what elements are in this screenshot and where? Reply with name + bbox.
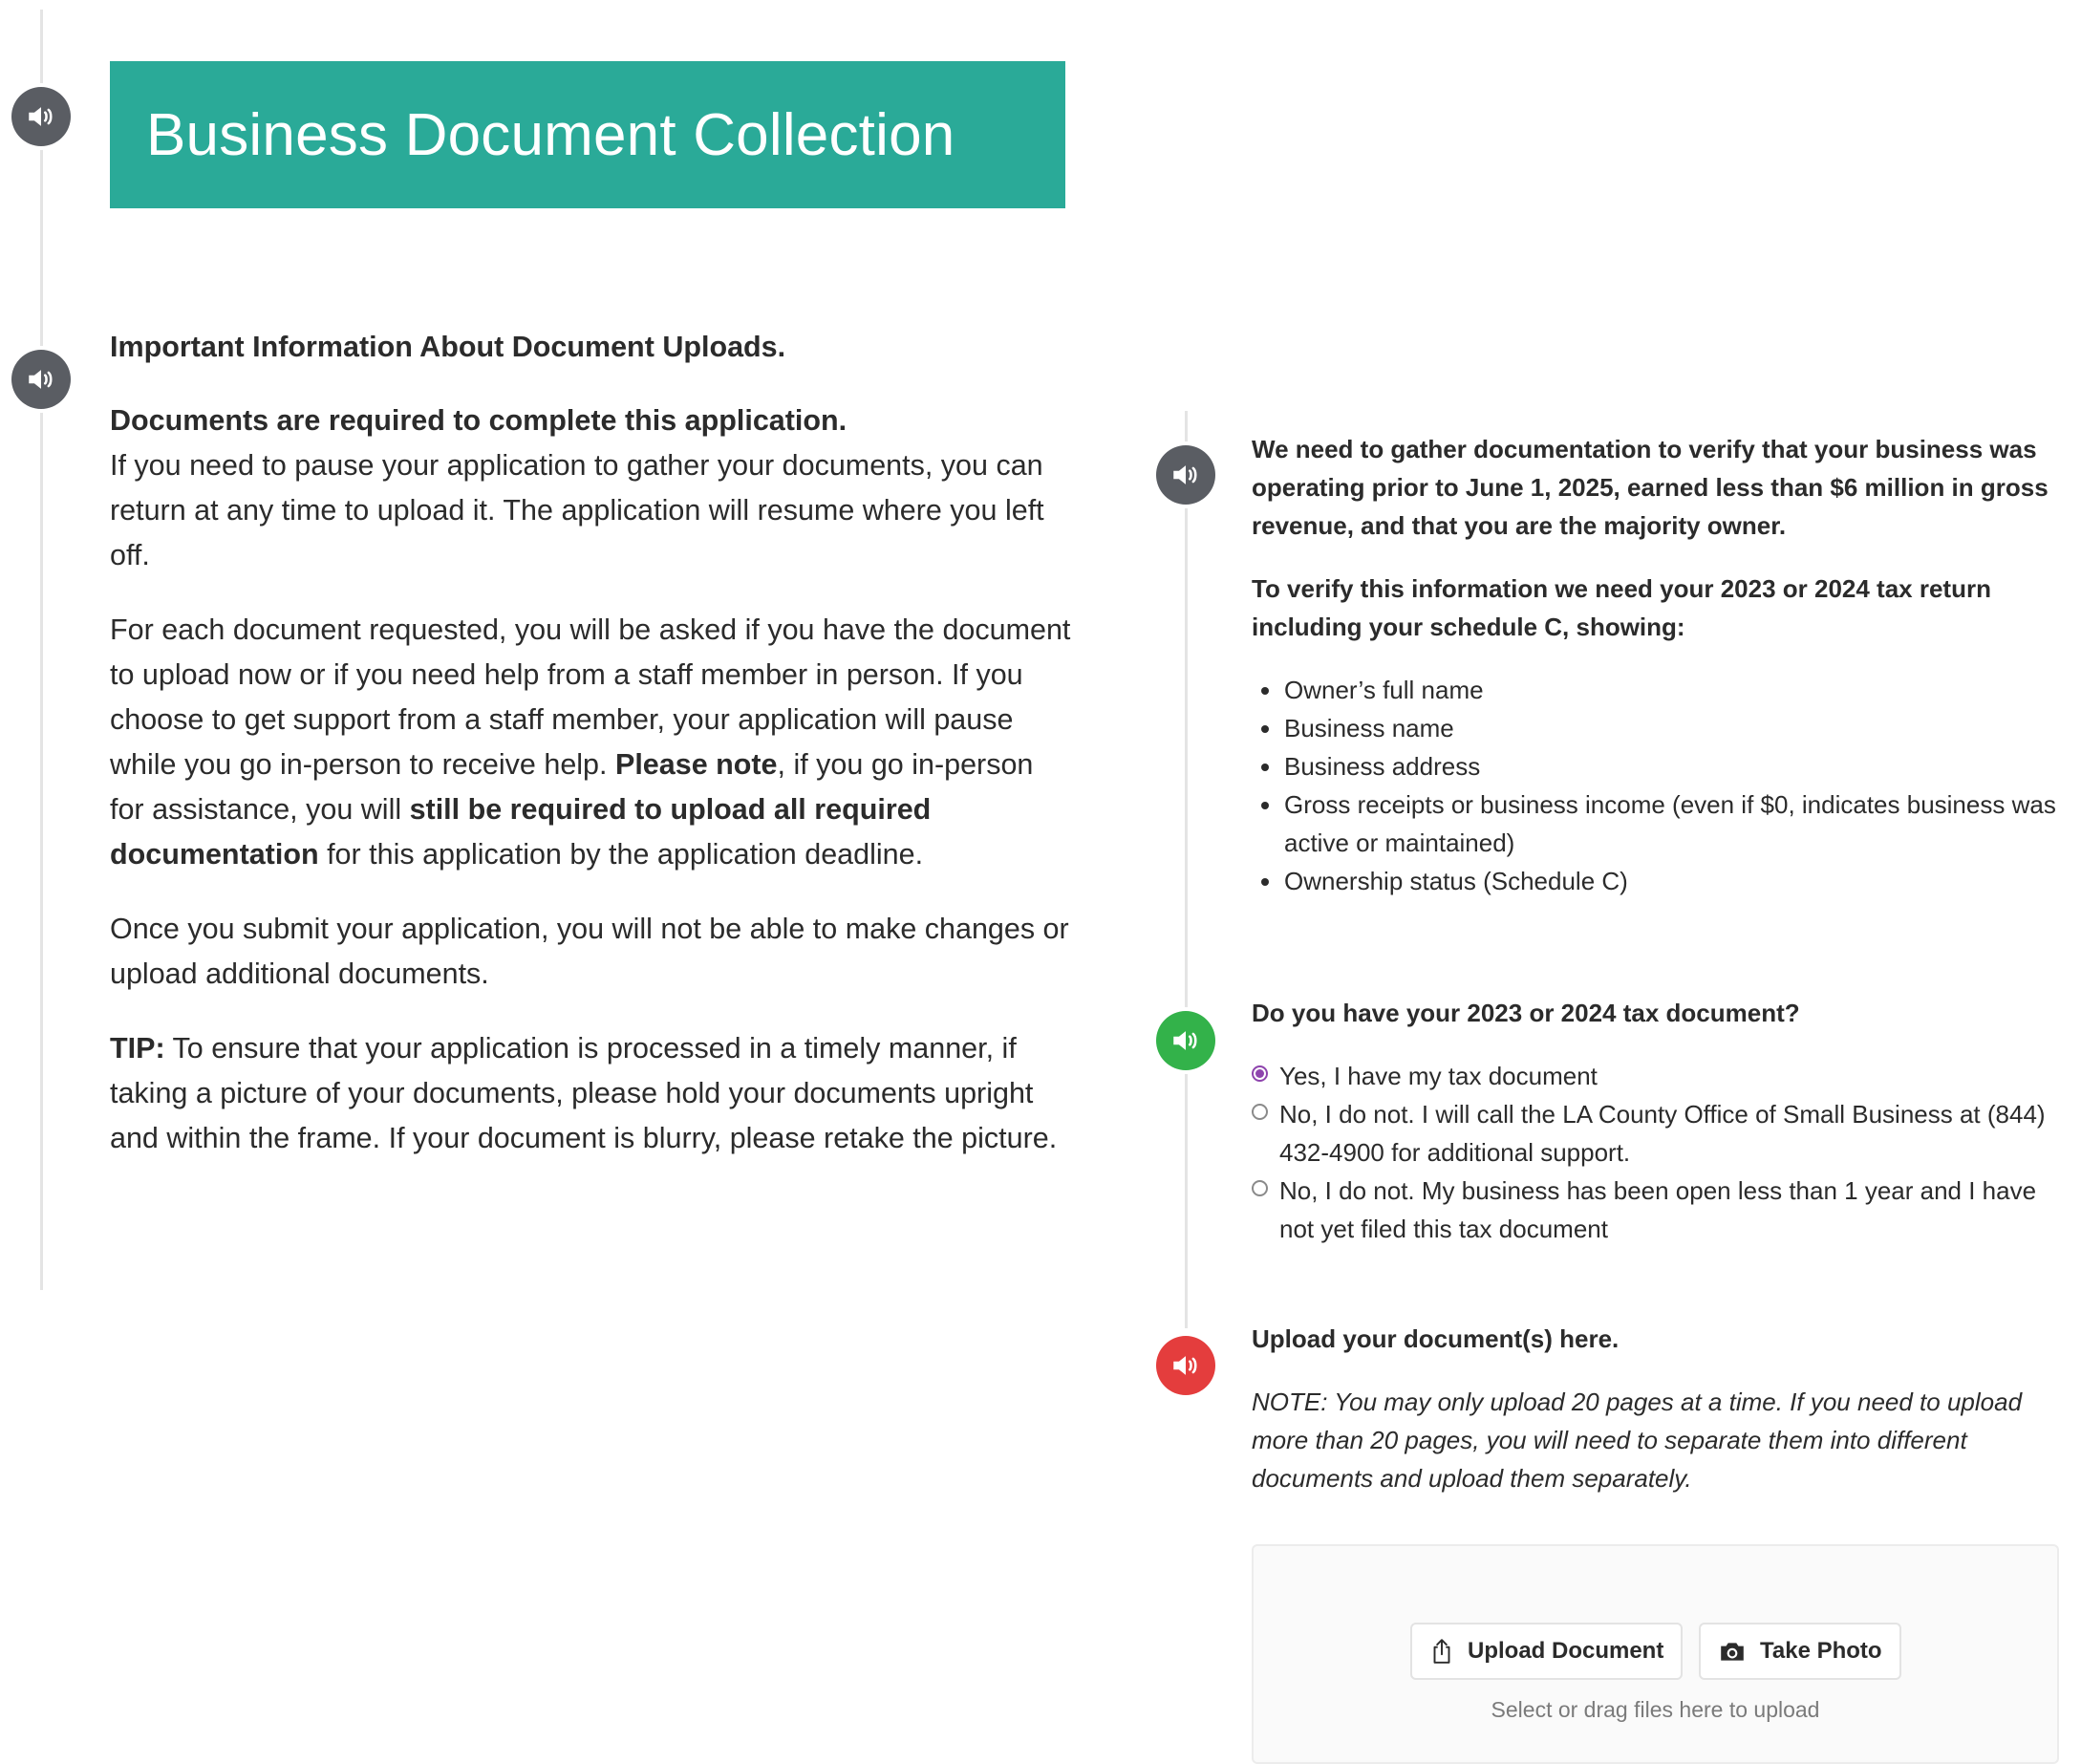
speaker-icon	[1173, 465, 1197, 484]
list-item: Gross receipts or business income (even …	[1252, 785, 2064, 862]
speaker-icon	[29, 107, 53, 126]
list-item: Business address	[1252, 747, 2064, 785]
verify-intro: We need to gather documentation to verif…	[1252, 435, 2049, 540]
drop-hint: Select or drag files here to upload	[1491, 1697, 1820, 1722]
speaker-icon	[29, 370, 53, 389]
list-item: Ownership status (Schedule C)	[1252, 862, 2064, 900]
list-item: Owner’s full name	[1252, 671, 2064, 709]
left-timeline-rail	[40, 10, 43, 1290]
upload-note: NOTE: You may only upload 20 pages at a …	[1252, 1388, 2023, 1493]
speaker-icon	[1173, 1356, 1197, 1375]
page-title: Business Document Collection	[146, 101, 955, 168]
read-verify-button[interactable]	[1156, 445, 1215, 505]
take-photo-button[interactable]: Take Photo	[1699, 1623, 1901, 1680]
upload-document-label: Upload Document	[1468, 1638, 1664, 1664]
read-info-button[interactable]	[11, 350, 71, 409]
tip-paragraph: TIP: To ensure that your application is …	[110, 1026, 1075, 1161]
radio-option-yes[interactable]: Yes, I have my tax document	[1252, 1057, 2064, 1095]
speaker-icon	[1173, 1031, 1197, 1050]
assistance-paragraph: For each document requested, you will be…	[110, 608, 1075, 877]
upload-section: Upload your document(s) here. NOTE: You …	[1252, 1320, 2064, 1497]
file-drop-zone[interactable]: Upload Document Take Photo Select or dra…	[1252, 1544, 2059, 1764]
radio-yes[interactable]	[1252, 1065, 1268, 1082]
verify-need: To verify this information we need your …	[1252, 574, 1991, 641]
info-heading: Important Information About Document Upl…	[110, 331, 786, 363]
verify-section: We need to gather documentation to verif…	[1252, 430, 2064, 900]
title-banner: Business Document Collection	[110, 61, 1065, 208]
camera-icon	[1721, 1643, 1744, 1661]
please-note-bold: Please note	[614, 748, 778, 781]
tip-text: To ensure that your application is proce…	[110, 1032, 1058, 1154]
pause-text: If you need to pause your application to…	[110, 449, 1044, 571]
upload-label: Upload your document(s) here.	[1252, 1324, 1620, 1353]
read-title-button[interactable]	[11, 87, 71, 146]
read-question-button[interactable]	[1156, 1011, 1215, 1070]
take-photo-label: Take Photo	[1760, 1638, 1882, 1664]
info-section: Important Information About Document Upl…	[110, 325, 1075, 1191]
radio-new-business[interactable]	[1252, 1180, 1268, 1196]
radio-option-call[interactable]: No, I do not. I will call the LA County …	[1252, 1095, 2064, 1172]
radio-new-business-label: No, I do not. My business has been open …	[1279, 1176, 2037, 1243]
submit-paragraph: Once you submit your application, you wi…	[110, 913, 1069, 990]
question-section: Do you have your 2023 or 2024 tax docume…	[1252, 994, 2064, 1248]
required-items-list: Owner’s full name Business name Business…	[1252, 671, 2064, 900]
upload-document-button[interactable]: Upload Document	[1410, 1623, 1684, 1680]
read-upload-button[interactable]	[1156, 1336, 1215, 1395]
radio-yes-label: Yes, I have my tax document	[1279, 1062, 1598, 1090]
radio-option-new-business[interactable]: No, I do not. My business has been open …	[1252, 1172, 2064, 1248]
tip-label: TIP:	[110, 1032, 165, 1065]
list-item: Business name	[1252, 709, 2064, 747]
assistance-text-e: for this application by the application …	[318, 838, 924, 871]
question-label: Do you have your 2023 or 2024 tax docume…	[1252, 999, 1800, 1027]
radio-call-label: No, I do not. I will call the LA County …	[1279, 1100, 2046, 1167]
required-paragraph: Documents are required to complete this …	[110, 398, 1075, 578]
right-timeline-rail	[1185, 411, 1188, 1328]
share-upload-icon	[1433, 1639, 1450, 1664]
required-lead: Documents are required to complete this …	[110, 404, 847, 437]
radio-call[interactable]	[1252, 1104, 1268, 1120]
